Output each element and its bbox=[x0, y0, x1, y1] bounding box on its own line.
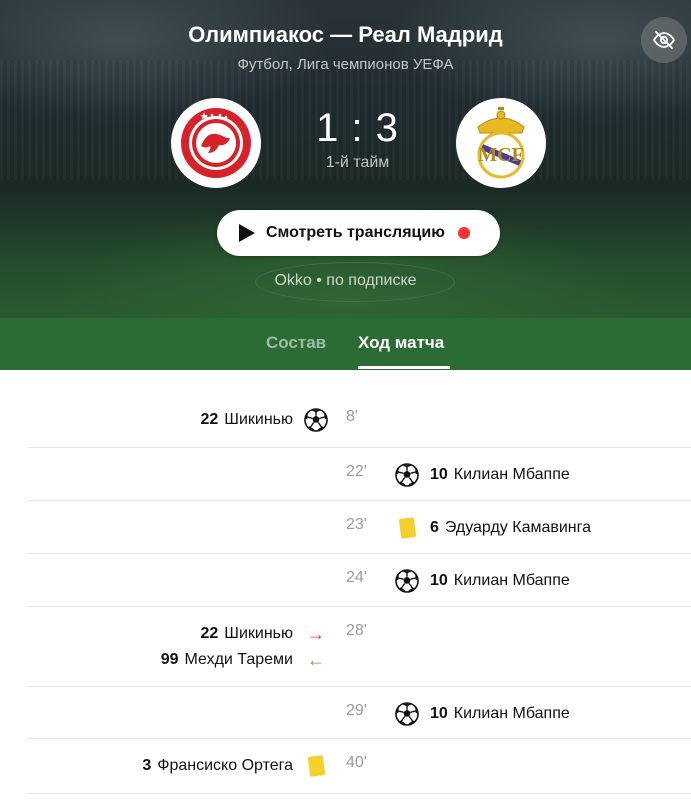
match-score: 1 : 3 bbox=[316, 106, 399, 150]
match-title: Олимпиакос — Реал Мадрид bbox=[188, 22, 503, 47]
away-team-event: 6 Эдуарду Камавинга bbox=[394, 515, 591, 541]
match-event-row: 8' 22 Шикинью bbox=[28, 394, 691, 448]
event-line: 10 Килиан Мбаппе bbox=[394, 462, 570, 488]
yellow-card-icon bbox=[394, 515, 420, 541]
player-number: 99 bbox=[160, 651, 179, 668]
tab-match-events[interactable]: Ход матча bbox=[358, 333, 444, 353]
hide-score-button[interactable] bbox=[641, 17, 687, 63]
substitution-out-arrow-icon: → bbox=[307, 624, 325, 644]
player-number: 10 bbox=[430, 705, 448, 722]
match-event-row: 24' 10 Килиан Мбаппе bbox=[28, 554, 691, 607]
away-team-event: 10 Килиан Мбаппе bbox=[394, 701, 570, 727]
home-team-logo[interactable] bbox=[171, 98, 261, 188]
match-event-row: 40' 3 Франсиско Ортега bbox=[28, 739, 691, 794]
olympiacos-crest-icon bbox=[181, 108, 251, 178]
player-number: 10 bbox=[430, 572, 448, 589]
active-tab-indicator bbox=[358, 366, 450, 369]
real-madrid-crest-icon: MCF bbox=[477, 107, 525, 179]
match-event-row: 28' 22 Шикинью → 99 Мехди Тареми ← bbox=[28, 607, 691, 687]
goal-ball-icon bbox=[394, 568, 420, 594]
watch-stream-label: Смотреть трансляцию bbox=[266, 224, 445, 241]
player-name[interactable]: Шикинью bbox=[224, 411, 293, 429]
player-name[interactable]: Килиан Мбаппе bbox=[454, 466, 570, 484]
event-line: 22 Шикинью → bbox=[200, 621, 329, 647]
eye-off-icon bbox=[652, 31, 676, 49]
match-tabs: Состав Ход матча bbox=[0, 318, 691, 370]
match-event-row: 29' 10 Килиан Мбаппе bbox=[28, 687, 691, 739]
player-name[interactable]: Франсиско Ортега bbox=[157, 757, 293, 775]
live-dot-icon bbox=[457, 227, 470, 239]
player-name[interactable]: Килиан Мбаппе bbox=[454, 705, 570, 723]
player-number: 3 bbox=[142, 757, 152, 774]
away-team-event: 10 Килиан Мбаппе bbox=[394, 462, 570, 488]
match-event-row: 23' 6 Эдуарду Камавинга bbox=[28, 501, 691, 554]
player-number: 6 bbox=[430, 519, 439, 536]
match-events-list: 8' 22 Шикинью 22' 10 Килиан Мбаппе 23' 6 Эдуарду… bbox=[28, 394, 691, 794]
match-header: Олимпиакос — Реал Мадрид Футбол, Лига че… bbox=[0, 0, 691, 318]
goal-ball-icon bbox=[394, 701, 420, 727]
home-team-event: 3 Франсиско Ортега bbox=[142, 753, 329, 779]
event-minute: 24' bbox=[346, 569, 367, 586]
player-name[interactable]: Мехди Тареми bbox=[185, 651, 293, 669]
player-number: 22 bbox=[200, 625, 219, 642]
event-line: 3 Франсиско Ортега bbox=[142, 753, 329, 779]
home-team-event: 22 Шикинью → 99 Мехди Тареми ← bbox=[161, 621, 329, 673]
event-minute: 23' bbox=[346, 516, 367, 533]
player-number: 22 bbox=[200, 411, 219, 428]
match-event-row: 22' 10 Килиан Мбаппе bbox=[28, 448, 691, 501]
play-icon bbox=[239, 224, 255, 242]
player-number: 10 bbox=[430, 466, 448, 483]
event-line: 99 Мехди Тареми ← bbox=[161, 647, 329, 673]
event-minute: 28' bbox=[346, 622, 367, 639]
event-minute: 22' bbox=[346, 463, 367, 480]
yellow-card-icon bbox=[303, 753, 329, 779]
match-subtitle: Футбол, Лига чемпионов УЕФА bbox=[237, 56, 454, 73]
away-team-logo[interactable]: MCF bbox=[456, 98, 546, 188]
home-team-event: 22 Шикинью bbox=[200, 407, 329, 433]
event-line: 6 Эдуарду Камавинга bbox=[394, 515, 591, 541]
event-minute: 40' bbox=[346, 754, 367, 771]
event-minute: 29' bbox=[346, 702, 367, 719]
match-period: 1-й тайм bbox=[325, 154, 390, 171]
event-line: 10 Килиан Мбаппе bbox=[394, 568, 570, 594]
substitution-in-arrow-icon: ← bbox=[307, 650, 325, 670]
svg-text:MCF: MCF bbox=[478, 144, 524, 166]
watch-stream-button[interactable]: Смотреть трансляцию bbox=[217, 210, 500, 256]
goal-ball-icon bbox=[303, 407, 329, 433]
event-minute: 8' bbox=[346, 408, 358, 425]
event-line: 10 Килиан Мбаппе bbox=[394, 701, 570, 727]
away-team-event: 10 Килиан Мбаппе bbox=[394, 568, 570, 594]
tab-lineup[interactable]: Состав bbox=[266, 333, 326, 353]
goal-ball-icon bbox=[394, 462, 420, 488]
stream-provider: Okko • по подписке bbox=[274, 272, 417, 289]
player-name[interactable]: Эдуарду Камавинга bbox=[445, 519, 591, 537]
player-name[interactable]: Шикинью bbox=[224, 625, 293, 643]
event-line: 22 Шикинью bbox=[200, 407, 329, 433]
player-name[interactable]: Килиан Мбаппе bbox=[454, 572, 570, 590]
